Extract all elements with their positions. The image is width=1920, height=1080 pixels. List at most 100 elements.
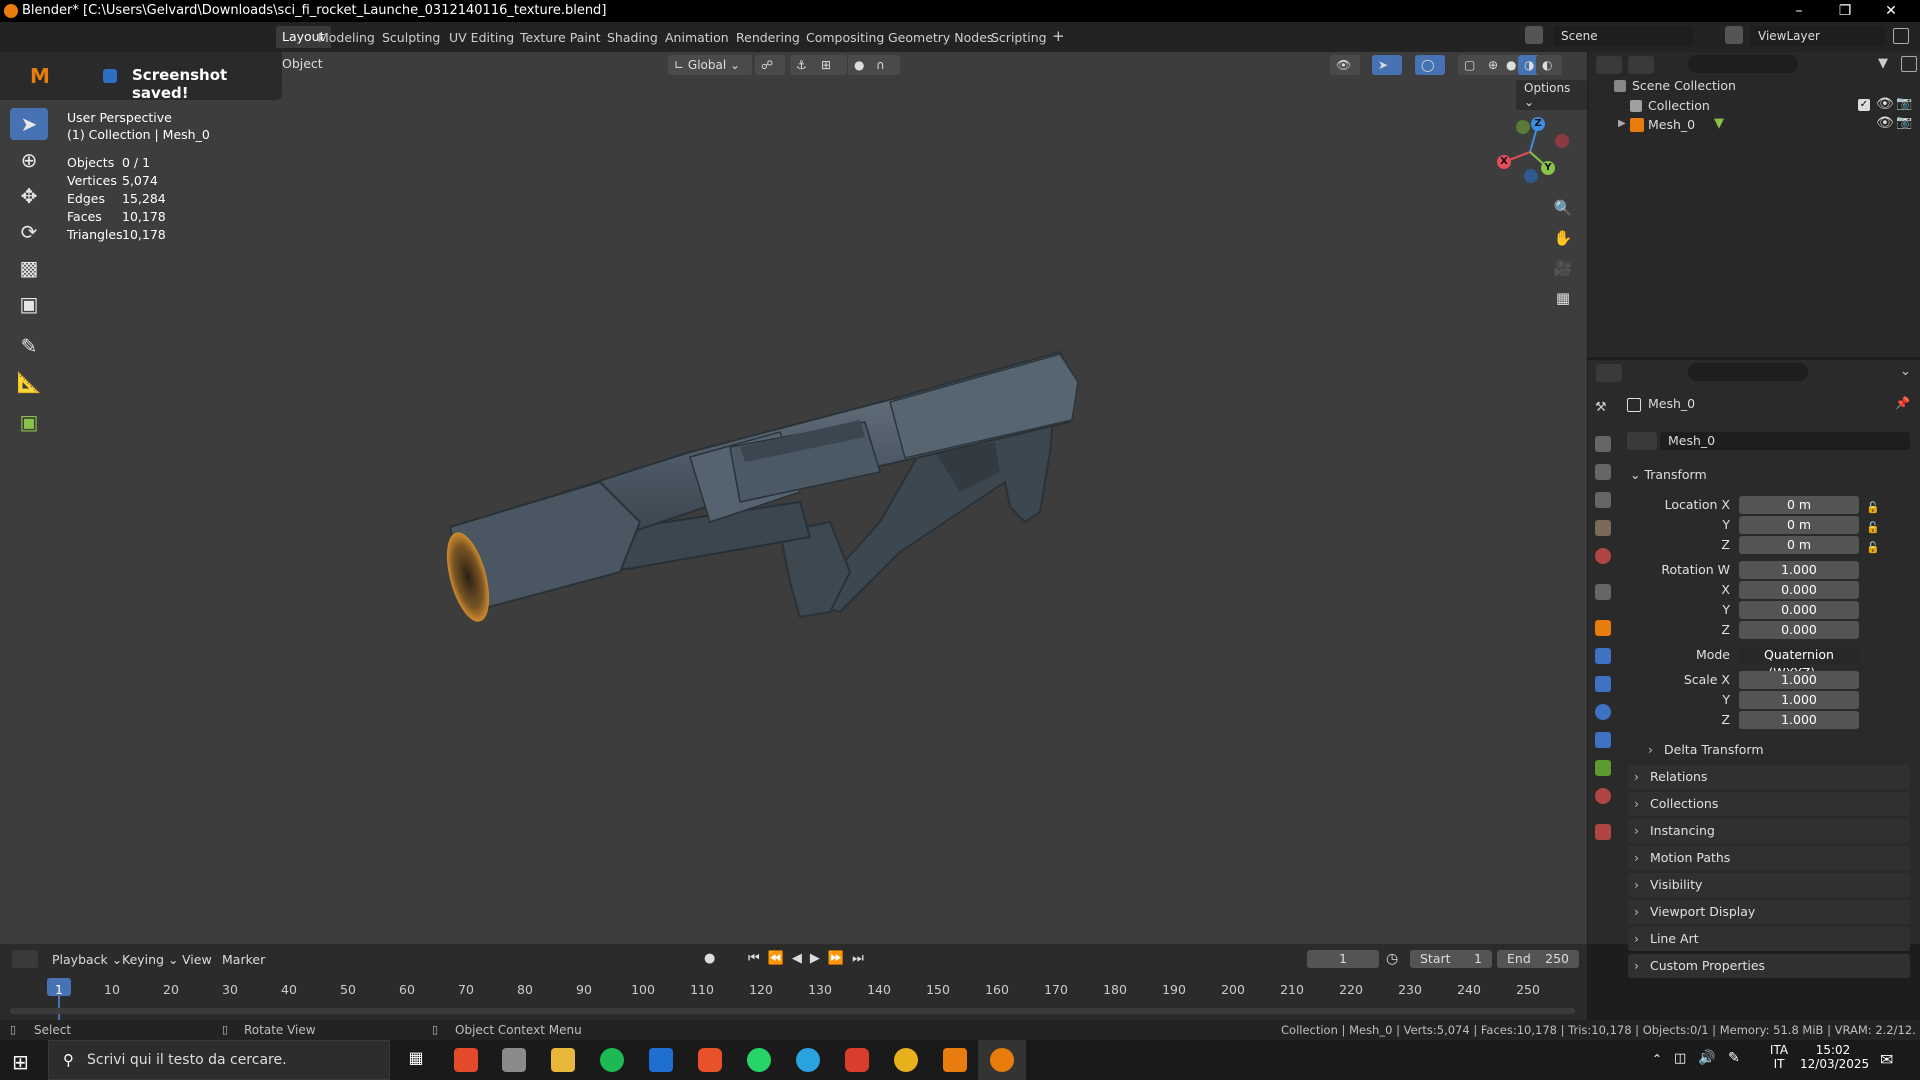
render-properties-icon[interactable] (1595, 436, 1611, 452)
file-explorer-icon[interactable] (551, 1048, 575, 1072)
tab-rendering[interactable]: Rendering (736, 30, 800, 45)
pan-hand-icon[interactable]: ✋ (1552, 227, 1574, 249)
collection-checkbox[interactable]: ✓ (1858, 99, 1870, 111)
gizmo-neg-x-axis[interactable] (1555, 134, 1569, 148)
timeline-editor-type-icon[interactable] (12, 950, 38, 968)
scale-tool[interactable]: ▩ (10, 252, 48, 284)
mail-icon[interactable] (649, 1048, 673, 1072)
add-cube-tool[interactable]: ▣ (10, 406, 48, 438)
gizmo-neg-y-axis[interactable] (1516, 120, 1530, 134)
delta-transform-panel[interactable]: › Delta Transform (1628, 738, 1910, 762)
relations-panel[interactable]: › Relations (1628, 765, 1910, 789)
mesh-data-icon[interactable]: ▼ (1714, 116, 1724, 131)
display-mode-icon[interactable] (1628, 56, 1654, 74)
restore-button[interactable]: ❐ (1822, 0, 1868, 22)
scale-y-field[interactable]: 1.000 (1739, 691, 1859, 709)
transform-panel-header[interactable]: ⌄ Transform (1630, 467, 1707, 482)
3d-viewport[interactable]: Object ∟ Global ⌄ ☍ ⚓ ⊞ ● ∩ 👁 ➤ ◯ ▢ ⊕ ● … (0, 52, 1587, 944)
viewport-display-panel[interactable]: › Viewport Display (1628, 900, 1910, 924)
windows-start-icon[interactable]: ⊞ (12, 1050, 29, 1074)
volume-icon[interactable]: 🔊 (1698, 1050, 1715, 1066)
measure-tool[interactable]: 📐 (10, 366, 48, 398)
scene-selector-icon[interactable] (1525, 26, 1543, 44)
camera-view-icon[interactable]: 🎥 (1552, 257, 1574, 279)
orientation-dropdown[interactable]: ∟ Global ⌄ (668, 55, 752, 75)
material-properties-icon[interactable] (1595, 788, 1611, 804)
tab-texture-paint[interactable]: Texture Paint (520, 30, 601, 45)
pin-icon[interactable]: 📌 (1895, 396, 1910, 410)
overlay-toggle-icon[interactable]: ◯ (1415, 55, 1445, 75)
scene-properties-icon[interactable] (1595, 520, 1611, 536)
pen-icon[interactable]: ✎ (1728, 1050, 1740, 1066)
minimize-button[interactable]: – (1776, 0, 1822, 22)
motion-paths-panel[interactable]: › Motion Paths (1628, 846, 1910, 870)
tool-properties-icon[interactable]: ⚒ (1595, 400, 1611, 416)
current-frame-field[interactable]: 1 (1307, 950, 1379, 968)
taskbar-search-box[interactable]: ⚲ Scrivi qui il testo da cercare. (48, 1040, 390, 1080)
view-layer-properties-icon[interactable] (1595, 492, 1611, 508)
mesh-object-label[interactable]: Mesh_0 (1648, 117, 1695, 132)
tab-animation[interactable]: Animation (665, 30, 729, 45)
options-dropdown[interactable]: Options ⌄ (1516, 80, 1587, 110)
view-layer-field[interactable]: ViewLayer (1750, 26, 1885, 46)
location-x-field[interactable]: 0 m (1739, 496, 1859, 514)
physics-properties-icon[interactable] (1595, 704, 1611, 720)
tab-uv-editing[interactable]: UV Editing (449, 30, 514, 45)
particles-properties-icon[interactable] (1595, 676, 1611, 692)
line-art-panel[interactable]: › Line Art (1628, 927, 1910, 951)
view-layer-icon[interactable] (1725, 26, 1743, 44)
rotation-mode-dropdown[interactable]: Quaternion (WXYZ) ⌄ (1739, 646, 1859, 680)
xray-icon[interactable]: ▢ (1458, 55, 1484, 75)
snap-target-icon[interactable]: ⊞ (815, 55, 847, 75)
tab-compositing[interactable]: Compositing (806, 30, 884, 45)
timeline-scrollbar[interactable] (10, 1008, 1575, 1014)
collection-properties-icon[interactable] (1595, 584, 1611, 600)
chrome-icon[interactable] (894, 1048, 918, 1072)
falloff-icon[interactable]: ∩ (870, 55, 900, 75)
perspective-grid-icon[interactable]: ▦ (1552, 287, 1574, 309)
gizmo-toggle-icon[interactable]: ➤ (1372, 55, 1402, 75)
cursor-tool[interactable]: ⊕ (10, 144, 48, 176)
scale-x-field[interactable]: 1.000 (1739, 671, 1859, 689)
language-indicator[interactable]: ITA IT (1766, 1043, 1792, 1071)
location-z-field[interactable]: 0 m (1739, 536, 1859, 554)
location-y-field[interactable]: 0 m (1739, 516, 1859, 534)
tab-shading[interactable]: Shading (607, 30, 658, 45)
gizmo-z-axis[interactable]: Z (1531, 117, 1545, 131)
pivot-icon[interactable]: ☍ (755, 55, 785, 75)
scale-z-field[interactable]: 1.000 (1739, 711, 1859, 729)
tab-modeling[interactable]: Modeling (318, 30, 375, 45)
collections-panel[interactable]: › Collections (1628, 792, 1910, 816)
object-properties-icon[interactable] (1595, 620, 1611, 636)
gizmo-neg-z-axis[interactable] (1524, 169, 1538, 183)
collection-label[interactable]: Collection (1648, 98, 1710, 113)
rotate-tool[interactable]: ⟳ (10, 216, 48, 248)
rotation-z-field[interactable]: 0.000 (1739, 621, 1859, 639)
visibility-dropdown-icon[interactable]: 👁 (1330, 55, 1360, 75)
telegram-icon[interactable] (796, 1048, 820, 1072)
tab-geometry-nodes[interactable]: Geometry Nodes (888, 30, 993, 45)
playback-menu[interactable]: Playback ⌄ (52, 952, 122, 967)
object-render-camera-icon[interactable]: 📷 (1896, 115, 1912, 130)
blender-task-active[interactable] (978, 1040, 1026, 1080)
scene-collection-label[interactable]: Scene Collection (1632, 78, 1736, 93)
constraints-properties-icon[interactable] (1595, 732, 1611, 748)
outliner-search-input[interactable] (1688, 55, 1798, 73)
new-collection-icon[interactable] (1901, 56, 1917, 72)
brave-icon[interactable] (698, 1048, 722, 1072)
world-properties-icon[interactable] (1595, 548, 1611, 564)
select-box-tool[interactable]: ➤ (10, 108, 48, 140)
viewport-mode-label[interactable]: Object (282, 56, 342, 74)
gizmo-x-axis[interactable]: X (1497, 155, 1511, 169)
properties-search-input[interactable] (1688, 363, 1808, 381)
render-camera-icon[interactable]: 📷 (1896, 96, 1912, 111)
tab-scripting[interactable]: Scripting (991, 30, 1047, 45)
visibility-panel[interactable]: › Visibility (1628, 873, 1910, 897)
custom-properties-panel[interactable]: › Custom Properties (1628, 954, 1910, 978)
rotation-w-field[interactable]: 1.000 (1739, 561, 1859, 579)
rotation-x-field[interactable]: 0.000 (1739, 581, 1859, 599)
lock-icons[interactable]: 🔓 🔓 🔓 (1866, 498, 1880, 558)
transform-tool[interactable]: ▣ (10, 288, 48, 320)
dts-app-icon[interactable] (454, 1048, 478, 1072)
editor-type-icon[interactable] (1596, 56, 1622, 74)
